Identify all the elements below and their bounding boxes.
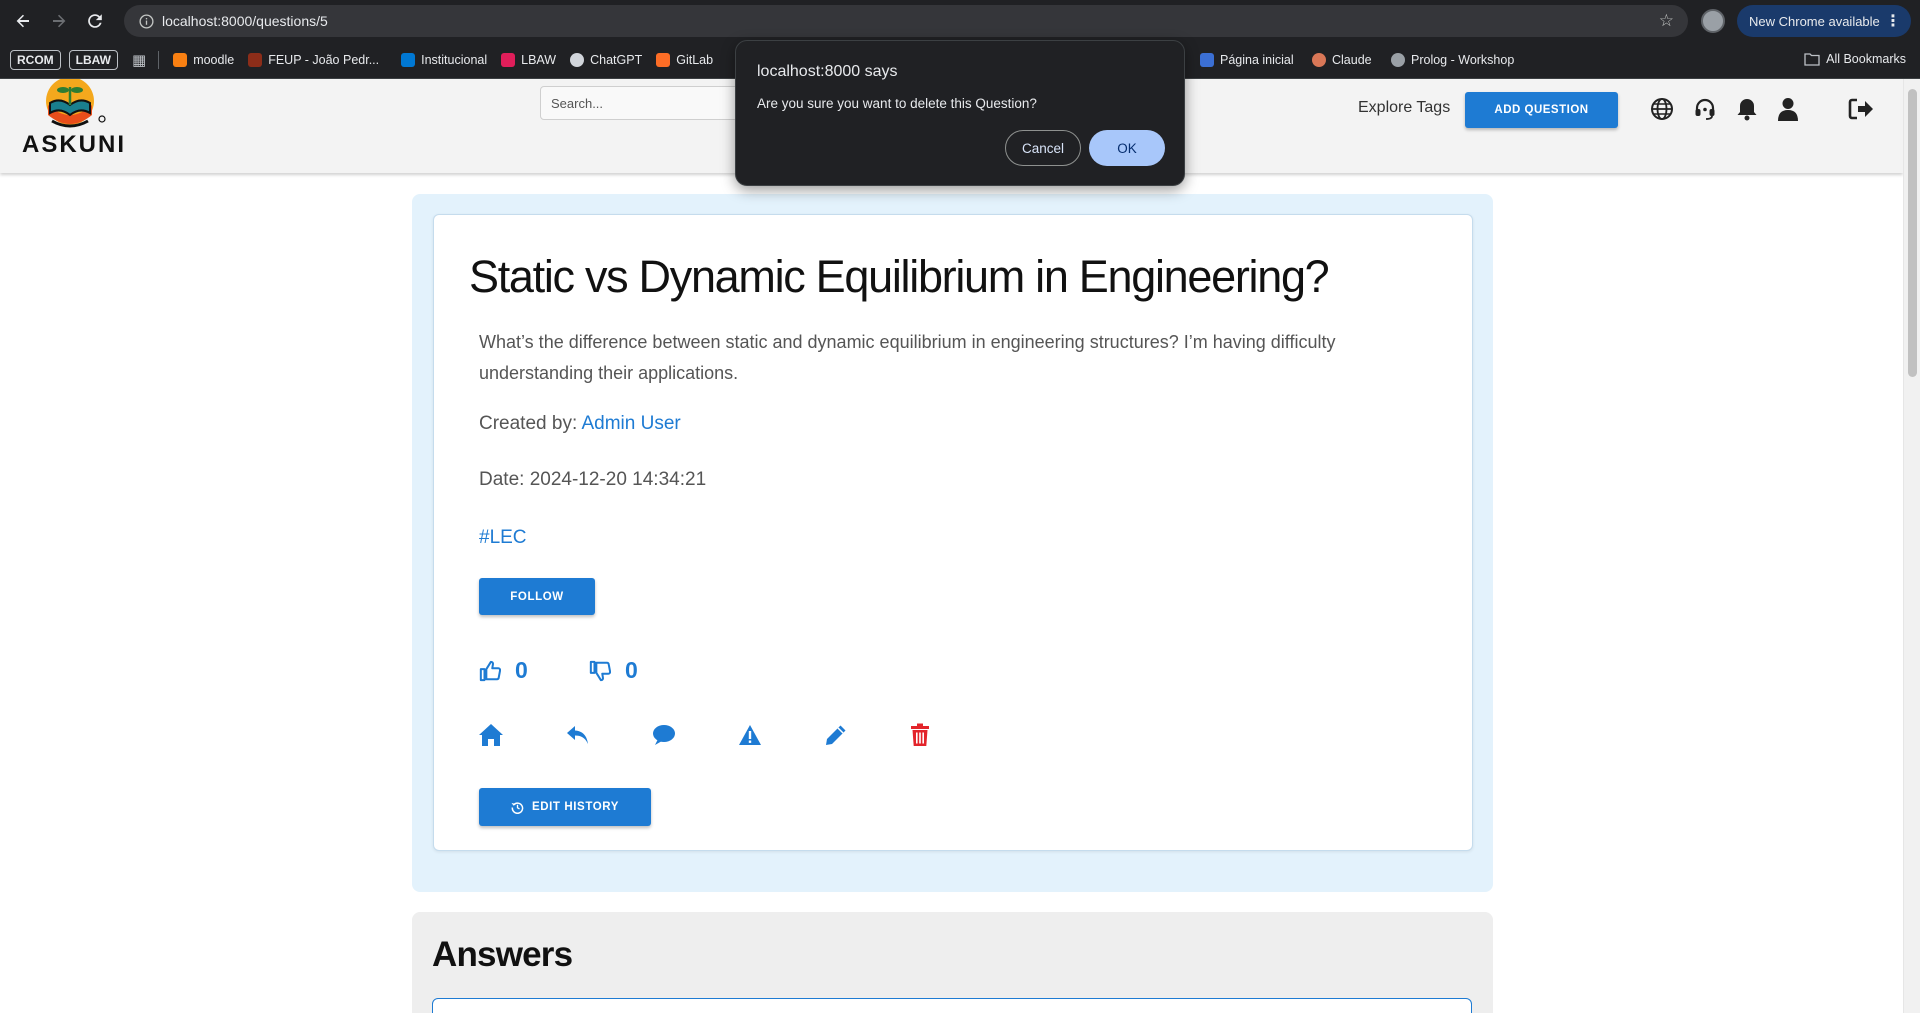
date-label: Date: — [479, 469, 525, 490]
comment-icon[interactable] — [650, 721, 678, 749]
globe-icon[interactable] — [1648, 95, 1676, 123]
ok-button[interactable]: OK — [1089, 130, 1165, 166]
question-card: Static vs Dynamic Equilibrium in Enginee… — [433, 214, 1473, 851]
apps-grid-icon[interactable]: ▦ — [132, 51, 146, 69]
thumbs-up-icon — [479, 660, 501, 681]
bookmark-chatgpt[interactable]: ChatGPT — [570, 53, 642, 67]
chatgpt-icon — [570, 53, 585, 67]
logo-text: ASKUNI — [22, 131, 127, 158]
bookmark-feup[interactable]: FEUP - João Pedr... — [248, 53, 379, 67]
bookmark-gitlab[interactable]: GitLab — [656, 53, 713, 67]
bookmark-pagina-inicial[interactable]: Página inicial — [1200, 53, 1294, 67]
reload-icon[interactable] — [78, 4, 112, 38]
confirm-dialog: localhost:8000 says Are you sure you wan… — [735, 40, 1185, 186]
bookmark-lbaw-badge[interactable]: LBAW — [68, 50, 118, 70]
profile-avatar[interactable] — [1701, 9, 1725, 33]
add-question-button[interactable]: ADD QUESTION — [1465, 92, 1618, 128]
explore-tags-link[interactable]: Explore Tags — [1358, 99, 1450, 117]
url-text[interactable]: localhost:8000/questions/5 — [162, 13, 328, 29]
bookmark-separator — [158, 51, 160, 69]
address-bar[interactable]: localhost:8000/questions/5 ☆ — [124, 5, 1688, 37]
new-chrome-label: New Chrome available — [1749, 13, 1880, 29]
thumbs-down-icon — [589, 660, 611, 681]
bell-icon[interactable] — [1733, 95, 1761, 123]
answers-title: Answers — [432, 935, 573, 974]
forward-icon[interactable] — [42, 4, 76, 38]
edit-history-button[interactable]: EDIT HISTORY — [479, 788, 651, 826]
dialog-message: Are you sure you want to delete this Que… — [757, 96, 1037, 111]
page-icon — [1200, 53, 1214, 67]
history-icon — [511, 801, 524, 814]
author-link[interactable]: Admin User — [581, 413, 680, 434]
feup-icon — [248, 53, 263, 67]
support-headset-icon[interactable] — [1691, 95, 1719, 123]
home-icon[interactable] — [477, 721, 505, 749]
tag-link[interactable]: #LEC — [479, 527, 527, 549]
scrollbar-thumb[interactable] — [1908, 89, 1917, 377]
upvote[interactable]: 0 — [479, 657, 528, 684]
delete-trash-icon[interactable] — [906, 721, 934, 749]
all-bookmarks[interactable]: All Bookmarks — [1804, 52, 1906, 66]
downvote[interactable]: 0 — [589, 657, 638, 684]
question-date: Date: 2024-12-20 14:34:21 — [479, 469, 706, 491]
user-icon[interactable] — [1774, 95, 1802, 123]
cancel-button[interactable]: Cancel — [1005, 130, 1081, 166]
edit-pencil-icon[interactable] — [822, 721, 850, 749]
folder-icon — [1804, 53, 1820, 66]
outlook-icon — [401, 53, 416, 67]
claude-icon — [1312, 53, 1326, 67]
bookmark-star-icon[interactable]: ☆ — [1659, 11, 1674, 31]
bookmark-claude[interactable]: Claude — [1312, 53, 1372, 67]
date-value: 2024-12-20 14:34:21 — [529, 469, 707, 490]
created-by: Created by: Admin User — [479, 413, 681, 435]
follow-button[interactable]: FOLLOW — [479, 578, 595, 615]
bookmark-rcom[interactable]: RCOM — [10, 50, 61, 70]
created-by-label: Created by: — [479, 413, 578, 434]
upvote-count: 0 — [515, 657, 528, 683]
question-body: What’s the difference between static and… — [479, 332, 1336, 383]
back-icon[interactable] — [6, 4, 40, 38]
question-title: Static vs Dynamic Equilibrium in Enginee… — [469, 251, 1330, 302]
answers-section: Answers — [412, 912, 1493, 1013]
browser-toolbar: localhost:8000/questions/5 ☆ New Chrome … — [0, 0, 1920, 42]
new-chrome-button[interactable]: New Chrome available ⋮ — [1737, 5, 1911, 37]
site-info-icon[interactable] — [130, 5, 162, 37]
reply-icon[interactable] — [564, 721, 592, 749]
bookmark-lbaw[interactable]: LBAW — [501, 53, 556, 67]
globe-icon — [1391, 53, 1405, 67]
logout-icon[interactable] — [1847, 95, 1875, 123]
menu-dots-icon[interactable]: ⋮ — [1885, 11, 1901, 31]
dialog-title: localhost:8000 says — [757, 63, 898, 80]
answer-card — [432, 998, 1472, 1013]
edit-history-label: EDIT HISTORY — [531, 801, 620, 813]
bookmark-prolog[interactable]: Prolog - Workshop — [1391, 53, 1514, 67]
downvote-count: 0 — [625, 657, 638, 683]
bookmark-moodle[interactable]: moodle — [173, 53, 234, 67]
slack-icon — [501, 53, 516, 67]
report-warning-icon[interactable] — [736, 721, 764, 749]
gitlab-icon — [656, 53, 671, 67]
page-scrollbar[interactable] — [1903, 79, 1920, 1013]
bookmark-institucional[interactable]: Institucional — [401, 53, 487, 67]
moodle-icon — [173, 53, 188, 67]
